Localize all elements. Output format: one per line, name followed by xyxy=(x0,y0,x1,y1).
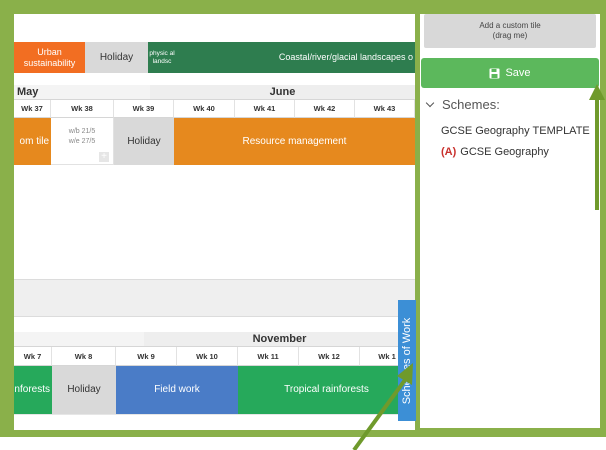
annotation-arrows xyxy=(352,84,605,450)
annotation-arrow-right xyxy=(589,84,605,210)
annotation-arrow-bottom xyxy=(352,363,413,450)
